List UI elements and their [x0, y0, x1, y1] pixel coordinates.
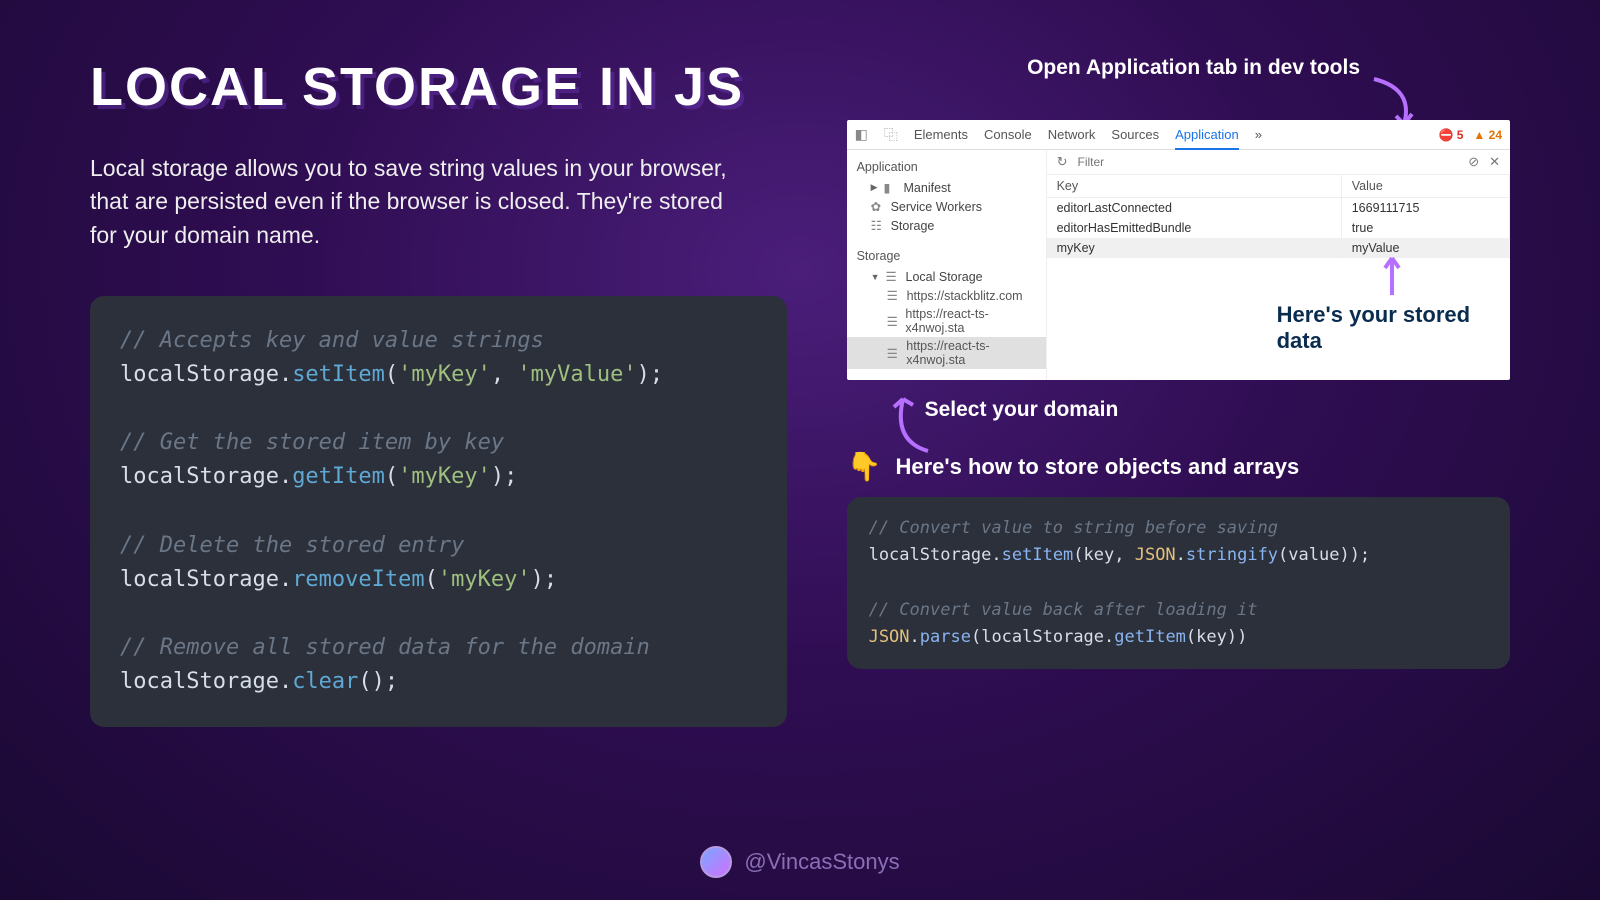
warning-count[interactable]: ▲ 24: [1473, 128, 1502, 142]
sidebar-domain-2[interactable]: ☰https://react-ts-x4nwoj.sta: [857, 305, 1036, 337]
sidebar-item-sw[interactable]: ✿Service Workers: [857, 197, 1036, 216]
code-block-main: // Accepts key and value strings localSt…: [90, 296, 787, 727]
sidebar-item-local-storage[interactable]: ▼☰Local Storage: [857, 267, 1036, 286]
code-block-objects: // Convert value to string before saving…: [847, 497, 1510, 669]
arrow-to-data-icon: [1377, 250, 1407, 303]
author-handle: @VincasStonys: [744, 849, 899, 875]
sidebar-item-storage[interactable]: ☷Storage: [857, 216, 1036, 235]
clear-icon[interactable]: ⊘: [1468, 154, 1479, 170]
hint-stored-data: Here's your stored data: [1277, 302, 1510, 354]
tab-elements[interactable]: Elements: [914, 127, 968, 142]
sidebar-header-storage: Storage: [857, 249, 1036, 263]
hint-select-domain: Select your domain: [925, 398, 1510, 422]
filter-input[interactable]: [1077, 155, 1458, 169]
sidebar-domain-3[interactable]: ☰https://react-ts-x4nwoj.sta: [847, 337, 1046, 369]
device-icon[interactable]: ⿻: [884, 125, 898, 145]
arrow-to-domain-icon: [883, 391, 943, 461]
refresh-icon[interactable]: ↻: [1057, 154, 1068, 170]
table-row[interactable]: editorHasEmittedBundletrue: [1047, 218, 1510, 238]
hint-objects-row: 👇 Here's how to store objects and arrays: [847, 450, 1510, 483]
inspect-icon[interactable]: ◧: [855, 126, 868, 143]
point-down-icon: 👇: [847, 450, 882, 483]
sidebar-item-manifest[interactable]: ▶▮Manifest: [857, 178, 1036, 197]
error-count[interactable]: ⛔ 5: [1438, 128, 1463, 142]
tab-application[interactable]: Application: [1175, 127, 1239, 150]
description-text: Local storage allows you to save string …: [90, 152, 740, 252]
table-row[interactable]: editorLastConnected1669111715: [1047, 198, 1510, 219]
close-icon[interactable]: ✕: [1489, 154, 1500, 170]
storage-table: KeyValue editorLastConnected1669111715 e…: [1047, 175, 1510, 258]
sidebar-header-app: Application: [857, 160, 1036, 174]
tab-console[interactable]: Console: [984, 127, 1032, 142]
page-title: LOCAL STORAGE IN JS: [90, 56, 787, 118]
devtools-sidebar: Application ▶▮Manifest ✿Service Workers …: [847, 150, 1047, 380]
tab-more[interactable]: »: [1255, 127, 1262, 142]
hint-objects-text: Here's how to store objects and arrays: [895, 454, 1299, 480]
hint-open-tab: Open Application tab in dev tools: [847, 56, 1360, 80]
sidebar-domain-1[interactable]: ☰https://stackblitz.com: [857, 286, 1036, 305]
tab-sources[interactable]: Sources: [1111, 127, 1159, 142]
filter-bar: ↻ ⊘ ✕: [1047, 150, 1510, 175]
table-row[interactable]: myKeymyValue: [1047, 238, 1510, 258]
devtools-panel: ◧ ⿻ Elements Console Network Sources App…: [847, 120, 1510, 380]
tab-network[interactable]: Network: [1048, 127, 1096, 142]
avatar: [700, 846, 732, 878]
devtools-tabs: ◧ ⿻ Elements Console Network Sources App…: [847, 120, 1510, 150]
col-value[interactable]: Value: [1341, 175, 1509, 198]
col-key[interactable]: Key: [1047, 175, 1342, 198]
footer: @VincasStonys: [0, 846, 1600, 878]
